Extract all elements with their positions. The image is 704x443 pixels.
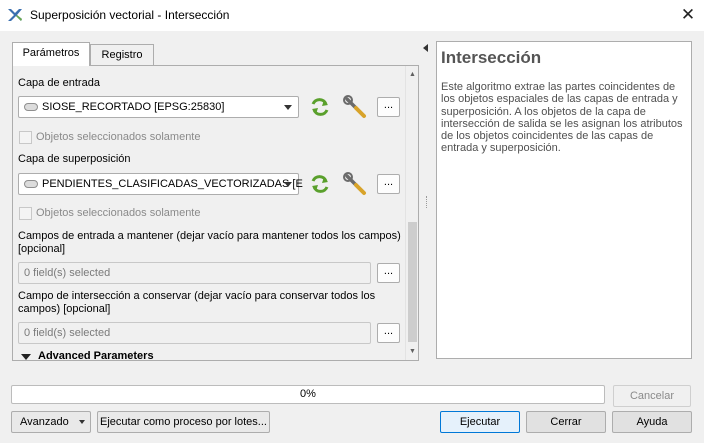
chevron-down-icon [79,420,85,424]
input-selected-only-label: Objetos seleccionados solamente [36,131,201,143]
input-fields-optional-label: [opcional] [18,243,66,255]
input-layer-value: SIOSE_RECORTADO [EPSG:25830] [42,101,225,113]
chevron-down-icon [284,182,292,187]
input-layer-options-button[interactable]: ... [377,97,400,117]
tab-parameters[interactable]: Parámetros [12,42,90,66]
input-fields-selector[interactable]: 0 field(s) selected [18,262,371,284]
progress-text: 0% [300,388,316,400]
help-title: Intersección [441,48,542,67]
help-panel: Intersección Este algoritmo extrae las p… [436,41,692,359]
wrench-icon[interactable] [343,95,369,119]
scroll-down-icon[interactable]: ▼ [406,345,418,358]
input-fields-options-button[interactable]: ... [377,263,400,283]
wrench-icon[interactable] [343,172,369,196]
overlay-fields-optional-label: campos) [opcional] [18,303,111,315]
overlay-fields-label: Campo de intersección a conservar (dejar… [18,290,376,302]
advanced-parameters-header[interactable]: Advanced Parameters [38,350,154,360]
advanced-label: Avanzado [20,416,69,428]
qgis-logo-icon [7,7,23,23]
polygon-layer-icon [24,103,38,111]
overlay-fields-selector[interactable]: 0 field(s) selected [18,322,371,344]
iterate-icon[interactable] [307,96,333,118]
overlay-selected-only-checkbox[interactable] [19,207,32,220]
cancel-button[interactable]: Cancelar [613,385,691,407]
input-fields-value: 0 field(s) selected [24,267,111,279]
advanced-menu-button[interactable]: Avanzado [11,411,91,433]
parameters-panel: Capa de entrada SIOSE_RECORTADO [EPSG:25… [12,65,419,361]
input-selected-only-checkbox[interactable] [19,131,32,144]
overlay-selected-only-label: Objetos seleccionados solamente [36,207,201,219]
vertical-scrollbar[interactable]: ▲ ▼ [405,66,418,360]
overlay-fields-value: 0 field(s) selected [24,327,111,339]
progress-bar: 0% [11,385,605,404]
scroll-up-icon[interactable]: ▲ [406,68,418,81]
input-fields-label: Campos de entrada a mantener (dejar vací… [18,230,401,242]
input-layer-label: Capa de entrada [18,77,100,89]
chevron-down-icon [284,105,292,110]
overlay-layer-options-button[interactable]: ... [377,174,400,194]
overlay-layer-label: Capa de superposición [18,153,131,165]
scrollbar-thumb[interactable] [408,222,417,342]
overlay-layer-combo[interactable]: PENDIENTES_CLASIFICADAS_VECTORIZADAS [E [18,173,303,195]
tab-log[interactable]: Registro [90,44,154,66]
overlay-fields-options-button[interactable]: ... [377,323,400,343]
overlay-layer-value: PENDIENTES_CLASIFICADAS_VECTORIZADAS [E [42,178,303,190]
help-button[interactable]: Ayuda [612,411,692,433]
input-layer-combo[interactable]: SIOSE_RECORTADO [EPSG:25830] [18,96,299,118]
collapse-help-arrow-icon[interactable] [423,44,428,52]
splitter-handle[interactable] [426,196,428,208]
collapse-triangle-icon[interactable] [21,354,31,360]
run-button[interactable]: Ejecutar [440,411,520,433]
close-button[interactable]: Cerrar [526,411,606,433]
parameters-scroll-area[interactable]: Capa de entrada SIOSE_RECORTADO [EPSG:25… [13,66,405,360]
polygon-layer-icon [24,180,38,188]
iterate-icon[interactable] [307,173,333,195]
window-title: Superposición vectorial - Intersección [30,8,230,22]
close-window-button[interactable]: ✕ [672,0,704,31]
run-as-batch-button[interactable]: Ejecutar como proceso por lotes... [97,411,270,433]
help-description: Este algoritmo extrae las partes coincid… [441,81,683,155]
